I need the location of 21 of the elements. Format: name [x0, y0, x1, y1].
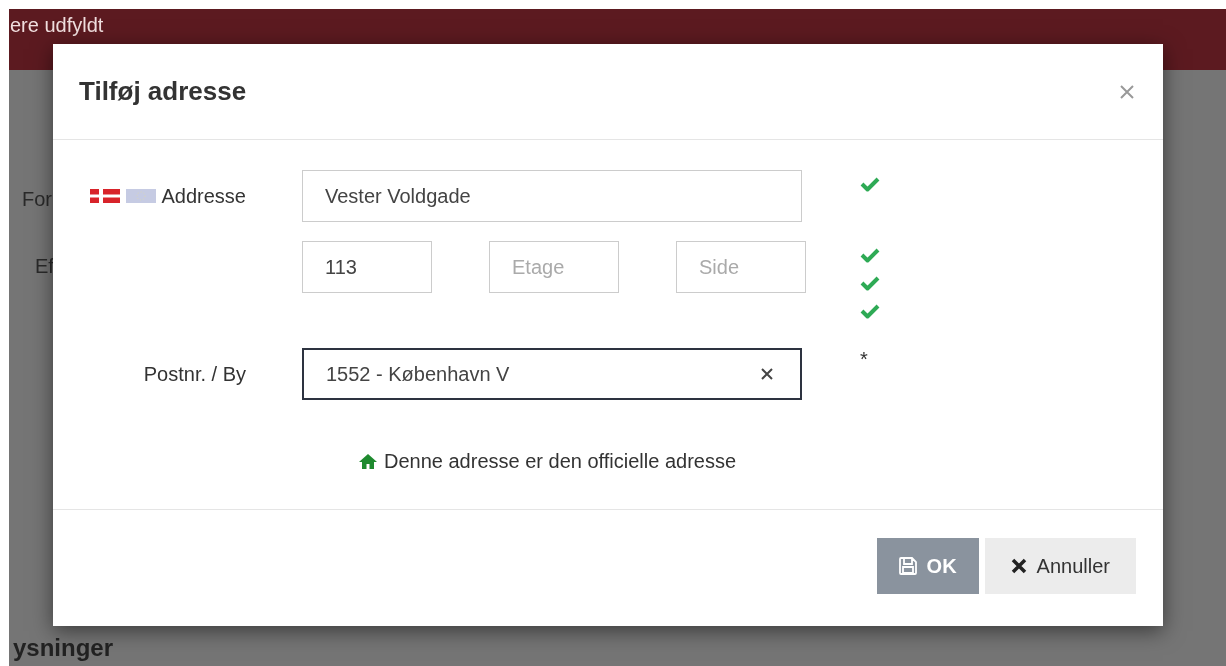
dialog-title: Tilføj adresse	[79, 76, 248, 107]
section-heading: ysninger	[13, 634, 114, 662]
banner-text: ere udfyldt	[10, 14, 104, 37]
x-icon	[1010, 558, 1027, 574]
field-label: For	[22, 188, 52, 211]
home-icon	[358, 453, 378, 470]
street-input[interactable]: Vester Voldgade	[302, 170, 802, 222]
required-marker: *	[860, 348, 868, 371]
close-button[interactable]	[1119, 83, 1135, 100]
postal-city-input[interactable]: 1552 - København V	[302, 348, 802, 400]
address-detail-input[interactable]: 113	[302, 241, 432, 293]
address-detail-input[interactable]: Side	[676, 241, 806, 293]
postal-label: Postnr. / By	[143, 362, 246, 386]
official-address-note: Denne adresse er den officielle adresse	[384, 450, 737, 473]
starred-flag-icon	[125, 189, 156, 203]
clear-icon[interactable]	[760, 367, 774, 381]
address-detail-input[interactable]: Etage	[489, 241, 619, 293]
cancel-button[interactable]: Annuller	[984, 538, 1136, 594]
address-label: Addresse	[161, 184, 246, 208]
field-label: Ef	[35, 255, 54, 278]
cross-flag-icon	[89, 189, 120, 203]
